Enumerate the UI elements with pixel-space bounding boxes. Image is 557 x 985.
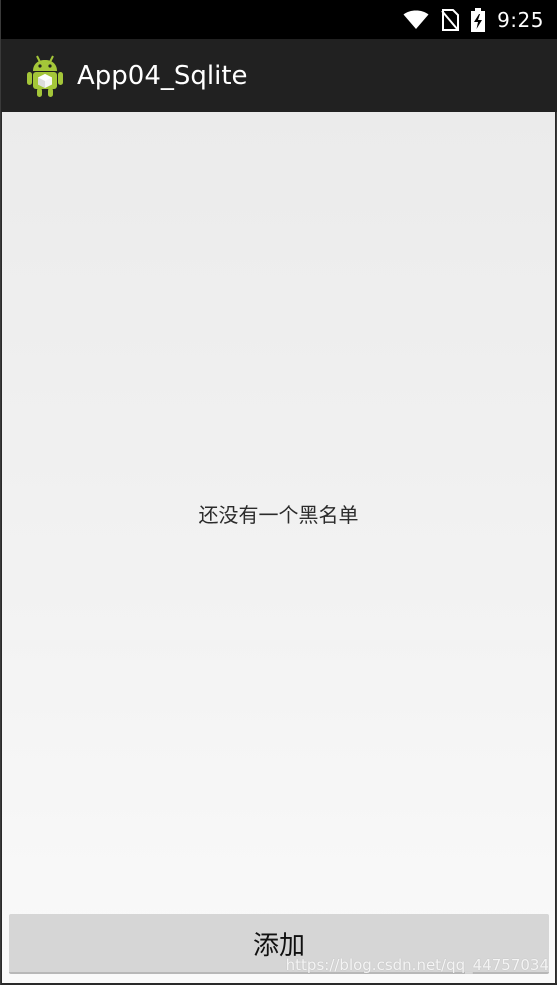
battery-charging-icon — [471, 7, 486, 32]
wifi-icon — [403, 10, 429, 30]
status-bar: 9:25 — [1, 0, 557, 39]
status-time: 9:25 — [497, 7, 544, 32]
empty-blacklist-message: 还没有一个黑名单 — [198, 503, 359, 527]
android-app-icon[interactable] — [25, 54, 65, 98]
blacklist-content: 还没有一个黑名单 添加 https://blog.csdn.net/qq_447… — [2, 112, 555, 983]
device-screen: 9:25 App04_Sqlite 还没有一个黑名单 添加 https://bl… — [0, 0, 557, 985]
action-bar: App04_Sqlite — [1, 39, 557, 112]
no-sim-icon — [441, 8, 460, 31]
app-title: App04_Sqlite — [77, 60, 248, 91]
add-button[interactable]: 添加 — [9, 914, 549, 974]
